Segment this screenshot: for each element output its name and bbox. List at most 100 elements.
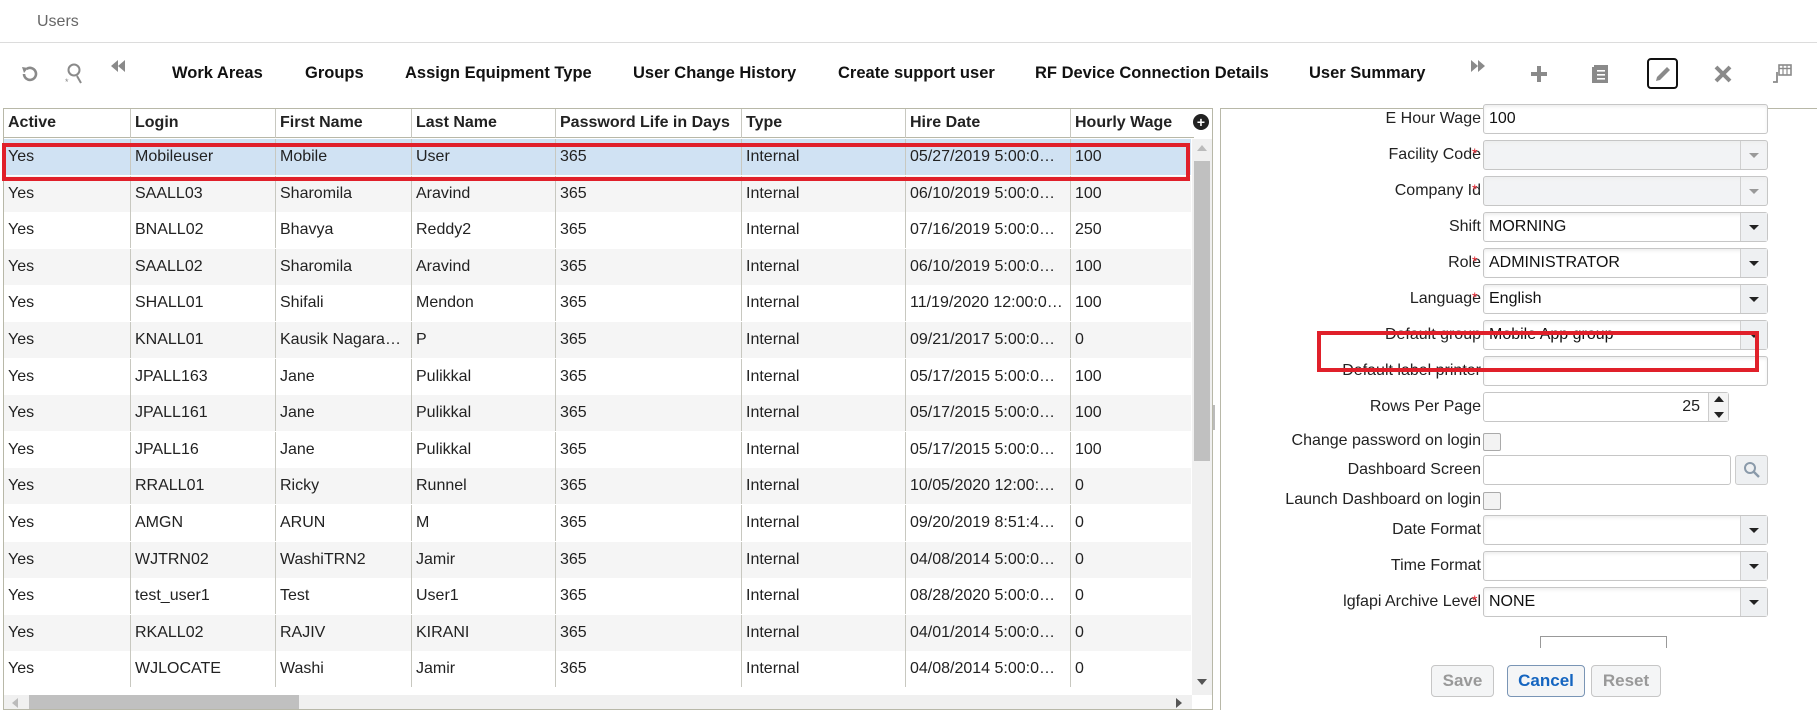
company-id-select[interactable] — [1483, 176, 1768, 206]
table-row[interactable]: Yes WJLOCATE Washi Jamir 365 Internal 04/08/20… — [4, 651, 1191, 688]
cell-last-name: Jamir — [411, 651, 555, 688]
column-header-active[interactable]: Active — [4, 109, 130, 138]
dashboard-screen-input[interactable] — [1483, 455, 1731, 485]
spinner-down-icon[interactable] — [1714, 412, 1724, 418]
chevron-down-icon[interactable] — [1740, 285, 1767, 313]
chevron-down-icon[interactable] — [1740, 321, 1767, 349]
column-header-hire-date[interactable]: Hire Date — [905, 109, 1070, 138]
language-select[interactable]: English — [1483, 284, 1768, 314]
date-format-select[interactable] — [1483, 515, 1768, 545]
table-row[interactable]: Yes JPALL163 Jane Pulikkal 365 Internal 05/17/… — [4, 358, 1191, 395]
chevron-down-icon[interactable] — [1740, 141, 1767, 169]
edit-icon[interactable] — [1647, 58, 1678, 89]
scroll-right-icon[interactable] — [1464, 52, 1492, 80]
table-row[interactable]: Yes Mobileuser Mobile User 365 Internal 05/27/… — [4, 139, 1191, 175]
column-header-type[interactable]: Type — [741, 109, 905, 138]
toolbar-link-create-support-user[interactable]: Create support user — [838, 64, 995, 83]
cancel-button[interactable]: Cancel — [1507, 665, 1585, 697]
scroll-up-arrow-icon[interactable] — [1197, 145, 1207, 151]
form-row-facility-code: Facility Code * — [1221, 137, 1817, 173]
table-row[interactable]: Yes AMGN ARUN M 365 Internal 09/20/2019 8:51:4… — [4, 505, 1191, 541]
table-row[interactable]: Yes SHALL01 Shifali Mendon 365 Internal 11/19/… — [4, 285, 1191, 322]
chevron-down-icon[interactable] — [1740, 552, 1767, 580]
toolbar-link-rf-device-connection-details[interactable]: RF Device Connection Details — [1035, 64, 1269, 83]
refresh-icon[interactable] — [16, 60, 44, 88]
scroll-right-arrow-icon[interactable] — [1176, 698, 1182, 708]
column-header-first-name[interactable]: First Name — [275, 109, 411, 138]
cell-type: Internal — [741, 614, 905, 651]
svg-text:*: * — [65, 77, 69, 86]
chevron-down-icon[interactable] — [1740, 177, 1767, 205]
lgfapi-archive-level-select[interactable]: NONE — [1483, 587, 1768, 617]
grid-body: Yes Mobileuser Mobile User 365 Internal 05/27/… — [4, 139, 1191, 695]
chevron-down-icon[interactable] — [1740, 516, 1767, 544]
table-row[interactable]: Yes SAALL02 Sharomila Aravind 365 Internal 06/… — [4, 248, 1191, 285]
rows-per-page-spinner[interactable]: 25 — [1483, 392, 1729, 422]
cell-last-name: User — [411, 139, 555, 175]
cell-first-name: Test — [275, 578, 411, 615]
scroll-left-icon[interactable] — [104, 52, 132, 80]
table-row[interactable]: Yes JPALL161 Jane Pulikkal 365 Internal 05/17/… — [4, 395, 1191, 432]
spinner-up-icon[interactable] — [1714, 396, 1724, 402]
table-row[interactable]: Yes KNALL01 Kausik Nagara… P 365 Internal 09/2… — [4, 322, 1191, 358]
form-row-language: Language * English — [1221, 281, 1817, 317]
column-header-hourly-wage[interactable]: Hourly Wage — [1070, 109, 1194, 138]
cell-login: JPALL16 — [130, 431, 275, 468]
cell-login: AMGN — [130, 505, 275, 541]
lgfapi-archive-level-label: lgfapi Archive Level — [1343, 593, 1481, 610]
spinner-buttons[interactable] — [1708, 393, 1728, 421]
table-row[interactable]: Yes SAALL03 Sharomila Aravind 365 Internal 06/… — [4, 175, 1191, 212]
cell-hourly-wage: 100 — [1070, 248, 1191, 285]
launch-dashboard-on-login-checkbox[interactable] — [1483, 492, 1501, 510]
cell-hire-date: 10/05/2020 12:00:… — [905, 468, 1070, 505]
cell-active: Yes — [8, 367, 35, 385]
column-header-login[interactable]: Login — [130, 109, 275, 138]
table-row[interactable]: Yes BNALL02 Bhavya Reddy2 365 Internal 07/16/2… — [4, 212, 1191, 249]
vertical-scrollbar[interactable] — [1192, 139, 1212, 695]
table-row[interactable]: Yes RRALL01 Ricky Runnel 365 Internal 10/05/20… — [4, 468, 1191, 505]
change-password-on-login-checkbox[interactable] — [1483, 433, 1501, 451]
toolbar-link-groups[interactable]: Groups — [305, 64, 364, 83]
toolbar-link-user-summary[interactable]: User Summary — [1309, 64, 1425, 83]
form-row-role: Role * ADMINISTRATOR — [1221, 245, 1817, 281]
table-row[interactable]: Yes RKALL02 RAJIV KIRANI 365 Internal 04/01/20… — [4, 614, 1191, 651]
lookup-search-icon[interactable] — [1735, 455, 1768, 485]
add-column-icon[interactable]: + — [1193, 114, 1209, 130]
e-hour-wage-input[interactable]: 100 — [1483, 104, 1768, 134]
horizontal-scrollbar[interactable] — [4, 695, 1192, 709]
grid-export-icon[interactable] — [1768, 60, 1796, 88]
save-button[interactable]: Save — [1431, 665, 1494, 697]
vertical-scroll-thumb[interactable] — [1194, 161, 1210, 461]
chevron-down-icon[interactable] — [1740, 213, 1767, 241]
panel-splitter[interactable] — [1213, 405, 1215, 430]
cell-password-life: 365 — [555, 248, 741, 285]
rows-per-page-value: 25 — [1682, 398, 1700, 415]
scroll-left-arrow-icon[interactable] — [12, 698, 18, 708]
user-search-icon[interactable]: * — [60, 60, 88, 88]
toolbar-link-work-areas[interactable]: Work Areas — [172, 64, 263, 83]
chevron-down-icon[interactable] — [1740, 588, 1767, 616]
table-row[interactable]: Yes WJTRN02 WashiTRN2 Jamir 365 Internal 04/08… — [4, 541, 1191, 578]
default-group-select[interactable]: Mobile App group — [1483, 320, 1768, 350]
time-format-select[interactable] — [1483, 551, 1768, 581]
cell-active: Yes — [8, 660, 35, 678]
required-marker: * — [1472, 181, 1478, 197]
delete-icon[interactable] — [1709, 60, 1737, 88]
reset-button[interactable]: Reset — [1591, 665, 1661, 697]
facility-code-select[interactable] — [1483, 140, 1768, 170]
default-label-printer-input[interactable] — [1483, 356, 1768, 386]
toolbar-link-assign-equipment-type[interactable]: Assign Equipment Type — [405, 64, 592, 83]
chevron-down-icon[interactable] — [1740, 249, 1767, 277]
add-icon[interactable] — [1525, 60, 1553, 88]
details-icon[interactable] — [1587, 60, 1615, 88]
column-header-password-life[interactable]: Password Life in Days — [555, 109, 741, 138]
shift-select[interactable]: MORNING — [1483, 212, 1768, 242]
column-header-last-name[interactable]: Last Name — [411, 109, 555, 138]
language-label: Language — [1409, 290, 1481, 307]
toolbar-link-user-change-history[interactable]: User Change History — [633, 64, 796, 83]
scroll-down-arrow-icon[interactable] — [1197, 679, 1207, 685]
horizontal-scroll-thumb[interactable] — [29, 695, 299, 709]
table-row[interactable]: Yes JPALL16 Jane Pulikkal 365 Internal 05/17/2… — [4, 431, 1191, 468]
table-row[interactable]: Yes test_user1 Test User1 365 Internal 08/28/2… — [4, 578, 1191, 615]
role-select[interactable]: ADMINISTRATOR — [1483, 248, 1768, 278]
